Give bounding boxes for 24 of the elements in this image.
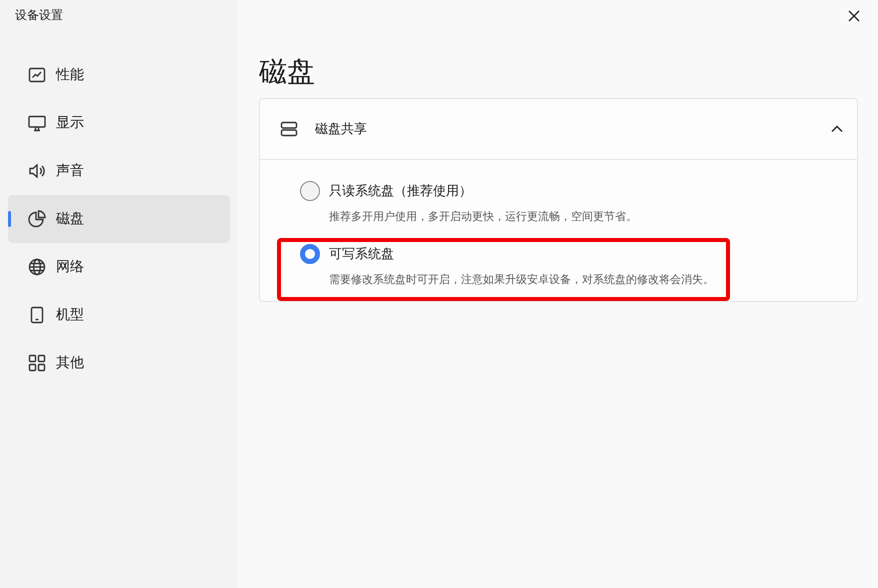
radio-button[interactable]: [300, 244, 320, 264]
selection-indicator: [8, 211, 11, 227]
globe-icon: [27, 257, 47, 277]
radio-button[interactable]: [300, 181, 320, 201]
option-label: 可写系统盘: [329, 246, 394, 263]
section-title: 磁盘共享: [315, 121, 368, 138]
option-description: 需要修改系统盘时可开启，注意如果升级安卓设备，对系统盘的修改将会消失。: [328, 272, 714, 287]
window-title: 设备设置: [14, 7, 64, 24]
sidebar-item[interactable]: 其他: [8, 339, 230, 387]
grid-icon: [27, 353, 47, 373]
server-icon: [279, 119, 299, 139]
sidebar-item[interactable]: 机型: [8, 291, 230, 339]
monitor-icon: [27, 113, 47, 133]
sidebar-item[interactable]: 声音: [8, 147, 230, 195]
sidebar-item[interactable]: 显示: [8, 99, 230, 147]
sidebar-item[interactable]: 性能: [8, 51, 230, 99]
sidebar-item[interactable]: 网络: [8, 243, 230, 291]
chart-icon: [27, 65, 47, 85]
speaker-icon: [27, 161, 47, 181]
sidebar-item[interactable]: 磁盘: [8, 195, 230, 243]
page-heading: 磁盘: [259, 54, 316, 90]
option-label: 只读系统盘（推荐使用）: [329, 183, 472, 200]
option-description: 推荐多开用户使用，多开启动更快，运行更流畅，空间更节省。: [328, 209, 637, 224]
pie-chart-icon: [27, 209, 47, 229]
